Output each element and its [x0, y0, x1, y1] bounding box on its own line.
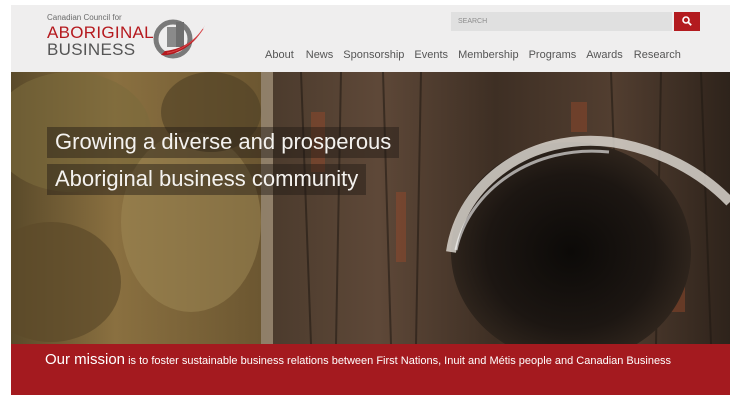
nav-awards[interactable]: Awards [586, 49, 622, 61]
search-icon [682, 16, 692, 26]
search-button[interactable] [674, 12, 700, 31]
search-input[interactable] [451, 12, 672, 31]
mission-body: is to foster sustainable business relati… [125, 355, 672, 367]
site-logo[interactable]: Canadian Council for ABORIGINAL BUSINESS [47, 13, 217, 65]
nav-sponsorship[interactable]: Sponsorship [343, 49, 404, 61]
hero-headline-line-1: Growing a diverse and prosperous [47, 127, 400, 158]
search-bar [451, 12, 700, 31]
nav-news[interactable]: News [306, 49, 334, 61]
nav-about[interactable]: About [265, 49, 294, 61]
nav-events[interactable]: Events [414, 49, 448, 61]
logo-subtitle: Canadian Council for [47, 13, 122, 22]
hero-image [11, 72, 730, 344]
nav-programs[interactable]: Programs [529, 49, 577, 61]
mission-banner: Our mission is to foster sustainable bus… [11, 344, 730, 395]
nav-research[interactable]: Research [634, 49, 681, 61]
logo-mark-icon [153, 19, 205, 59]
hero-banner: Growing a diverse and prosperous Aborigi… [11, 72, 730, 344]
logo-line-business: BUSINESS [47, 40, 136, 59]
main-nav: About News Sponsorship Events Membership… [265, 49, 681, 61]
nav-membership[interactable]: Membership [458, 49, 519, 61]
hero-headline-line-2: Aboriginal business community [47, 164, 367, 195]
site-header: Canadian Council for ABORIGINAL BUSINESS [11, 5, 730, 72]
page-frame: Canadian Council for ABORIGINAL BUSINESS [11, 5, 730, 395]
mission-lead: Our mission [45, 351, 126, 368]
mission-statement: Our mission is to foster sustainable bus… [45, 352, 695, 369]
